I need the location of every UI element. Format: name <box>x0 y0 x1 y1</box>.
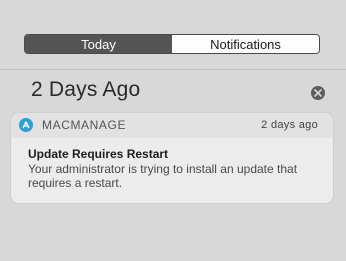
tab-today[interactable]: Today <box>25 35 172 53</box>
notification-header: MACMANAGE 2 days ago <box>11 113 333 138</box>
section-title: 2 Days Ago <box>31 78 141 101</box>
tab-notifications[interactable]: Notifications <box>172 35 319 53</box>
notification-body: Your administrator is trying to install … <box>28 162 298 190</box>
notification-center: Today Notifications 2 Days Ago MACMANAGE… <box>0 0 346 261</box>
macmanage-app-icon <box>19 118 33 132</box>
clear-section-button[interactable] <box>311 86 325 100</box>
notification-card[interactable]: MACMANAGE 2 days ago Update Requires Res… <box>11 113 333 203</box>
close-icon <box>314 89 322 97</box>
header-divider <box>0 69 346 70</box>
notification-title: Update Requires Restart <box>28 147 169 161</box>
notification-app-name: MACMANAGE <box>42 118 127 132</box>
notification-time: 2 days ago <box>261 119 318 131</box>
view-switcher: Today Notifications <box>24 34 320 54</box>
